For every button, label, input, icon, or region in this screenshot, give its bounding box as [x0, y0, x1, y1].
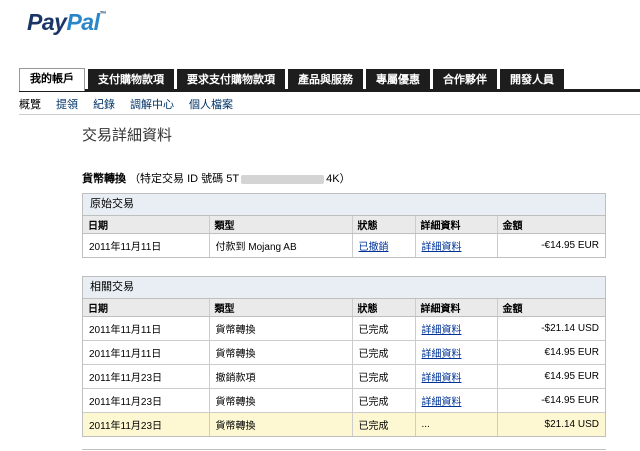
cell-status: 已完成 — [352, 315, 416, 340]
logo-pal: Pal — [66, 9, 100, 35]
transaction-label: 貨幣轉換 — [82, 173, 126, 185]
logo-pay: Pay — [27, 9, 67, 35]
tab-2[interactable]: 要求支付購物款項 — [177, 69, 285, 91]
table-row: 2011年11月23日 貨幣轉換 已完成... $21.14 USD — [83, 411, 605, 436]
cell-amount: €14.95 EUR — [497, 339, 605, 364]
cell-date: 2011年11月11日 — [83, 315, 210, 340]
cell-amount: -$21.14 USD — [497, 315, 605, 340]
table-row: 2011年11月11日 付款到 Mojang AB 已撤銷 詳細資料 -€14.95 E… — [83, 232, 605, 257]
cell-date: 2011年11月11日 — [83, 232, 210, 257]
column-header-date: 日期 — [83, 299, 210, 317]
cell-amount: €14.95 EUR — [497, 363, 605, 388]
cell-type: 付款到 Mojang AB — [209, 232, 353, 257]
table-row: 2011年11月11日 貨幣轉換 已完成 詳細資料 €14.95 EUR — [83, 339, 605, 364]
table-header-row: 日期 類型 狀態 詳細資料 金額 — [83, 299, 605, 317]
subnav-item-1[interactable]: 提領 — [56, 96, 78, 112]
transaction-id-prefix: （特定交易 ID 號碼 5T — [129, 173, 240, 185]
details-link[interactable]: 詳細資料 — [422, 349, 462, 360]
subnav-divider — [19, 114, 640, 115]
subnav-item-2[interactable]: 紀錄 — [93, 96, 115, 112]
cell-type: 貨幣轉換 — [209, 387, 353, 412]
details-link[interactable]: 詳細資料 — [422, 242, 462, 253]
cell-detail: 詳細資料 — [415, 232, 498, 257]
cell-detail: 詳細資料 — [415, 363, 498, 388]
column-header-amount: 金額 — [497, 216, 605, 234]
table-row: 2011年11月23日 撤銷款項 已完成 詳細資料 €14.95 EUR — [83, 363, 605, 388]
cell-status: 已完成 — [352, 411, 416, 436]
tab-1[interactable]: 支付購物款項 — [88, 69, 174, 91]
column-header-status: 狀態 — [352, 299, 416, 317]
table-row: 2011年11月23日 貨幣轉換 已完成 詳細資料 -€14.95 EUR — [83, 387, 605, 412]
original-transaction-panel: 原始交易 日期 類型 狀態 詳細資料 金額 2011年11月11日 付款到 Moj… — [82, 193, 606, 258]
column-header-detail: 詳細資料 — [415, 216, 498, 234]
subnav-item-0[interactable]: 概覽 — [19, 96, 41, 112]
transaction-id-suffix: 4K） — [326, 173, 351, 185]
tab-4[interactable]: 專屬優惠 — [366, 69, 430, 91]
transaction-summary: 貨幣轉換 （特定交易 ID 號碼 5T 4K） — [82, 170, 351, 186]
bottom-divider — [82, 449, 606, 450]
tab-5[interactable]: 合作夥伴 — [433, 69, 497, 91]
cell-status: 已完成 — [352, 339, 416, 364]
paypal-logo[interactable]: PayPal™ — [27, 9, 106, 36]
details-link[interactable]: 詳細資料 — [422, 373, 462, 384]
details-link[interactable]: 詳細資料 — [422, 397, 462, 408]
sub-navigation: 概覽 提領 紀錄 調解中心 個人檔案 — [19, 96, 248, 112]
tab-0[interactable]: 我的帳戶 — [19, 68, 85, 91]
cell-detail: ... — [415, 411, 498, 436]
table-header-row: 日期 類型 狀態 詳細資料 金額 — [83, 216, 605, 234]
cell-date: 2011年11月11日 — [83, 339, 210, 364]
status-link[interactable]: 已撤銷 — [359, 242, 389, 253]
subnav-item-4[interactable]: 個人檔案 — [189, 96, 233, 112]
cell-detail: 詳細資料 — [415, 387, 498, 412]
related-transactions-table: 日期 類型 狀態 詳細資料 金額 2011年11月11日 貨幣轉換 已完成 詳細資料 -… — [83, 299, 605, 436]
cell-amount: $21.14 USD — [497, 411, 605, 436]
cell-detail: 詳細資料 — [415, 339, 498, 364]
related-transactions-panel: 相關交易 日期 類型 狀態 詳細資料 金額 2011年11月11日 貨幣轉換 已完成… — [82, 276, 606, 437]
column-header-type: 類型 — [209, 216, 353, 234]
main-tabs: 我的帳戶 支付購物款項 要求支付購物款項 產品與服務 專屬優惠 合作夥伴 開發人員 — [19, 68, 567, 91]
cell-type: 貨幣轉換 — [209, 339, 353, 364]
cell-date: 2011年11月23日 — [83, 363, 210, 388]
column-header-date: 日期 — [83, 216, 210, 234]
table-row: 2011年11月11日 貨幣轉換 已完成 詳細資料 -$21.14 USD — [83, 315, 605, 340]
cell-amount: -€14.95 EUR — [497, 232, 605, 257]
cell-status: 已完成 — [352, 363, 416, 388]
column-header-amount: 金額 — [497, 299, 605, 317]
cell-type: 貨幣轉換 — [209, 411, 353, 436]
column-header-type: 類型 — [209, 299, 353, 317]
logo-tm: ™ — [99, 11, 106, 18]
cell-status: 已完成 — [352, 387, 416, 412]
tab-3[interactable]: 產品與服務 — [288, 69, 363, 91]
original-transaction-table: 日期 類型 狀態 詳細資料 金額 2011年11月11日 付款到 Mojang A… — [83, 216, 605, 257]
redacted-id — [241, 174, 325, 184]
cell-type: 撤銷款項 — [209, 363, 353, 388]
column-header-status: 狀態 — [352, 216, 416, 234]
subnav-item-3[interactable]: 調解中心 — [130, 96, 174, 112]
cell-amount: -€14.95 EUR — [497, 387, 605, 412]
page-title: 交易詳細資料 — [82, 127, 173, 144]
cell-date: 2011年11月23日 — [83, 411, 210, 436]
tab-6[interactable]: 開發人員 — [500, 69, 564, 91]
cell-date: 2011年11月23日 — [83, 387, 210, 412]
cell-type: 貨幣轉換 — [209, 315, 353, 340]
cell-status[interactable]: 已撤銷 — [352, 232, 416, 257]
details-link[interactable]: 詳細資料 — [422, 325, 462, 336]
original-transaction-title: 原始交易 — [83, 194, 605, 216]
column-header-detail: 詳細資料 — [415, 299, 498, 317]
related-transactions-title: 相關交易 — [83, 277, 605, 299]
cell-detail: 詳細資料 — [415, 315, 498, 340]
